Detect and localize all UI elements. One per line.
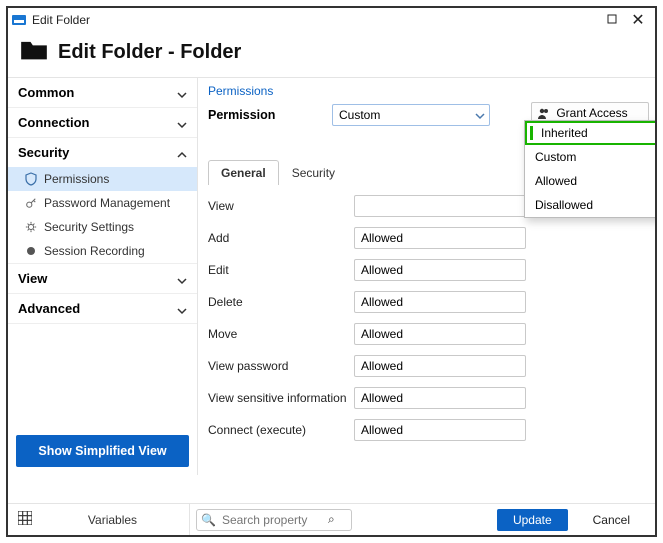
sidebar-section-advanced[interactable]: Advanced — [8, 294, 197, 323]
update-button[interactable]: Update — [497, 509, 568, 531]
tab-general[interactable]: General — [208, 160, 279, 185]
sidebar-item-permissions[interactable]: Permissions — [8, 167, 197, 191]
gear-icon — [24, 220, 38, 234]
header: Edit Folder - Folder — [8, 32, 655, 77]
chevron-down-icon — [177, 274, 187, 284]
close-button[interactable]: ✕ — [625, 10, 651, 30]
sidebar-item-label: Security Settings — [44, 220, 134, 234]
key-icon — [24, 196, 38, 210]
permission-label: Permission — [208, 108, 324, 122]
cancel-button[interactable]: Cancel — [576, 509, 647, 531]
sidebar-section-view[interactable]: View — [8, 264, 197, 293]
body: Common Connection Security — [8, 77, 655, 475]
users-icon — [532, 106, 556, 120]
chevron-down-icon — [177, 88, 187, 98]
sidebar: Common Connection Security — [8, 78, 198, 475]
chevron-down-icon — [177, 118, 187, 128]
field-label: View sensitive information — [208, 391, 354, 405]
field-select-add[interactable]: Allowed — [354, 227, 526, 249]
field-label: View password — [208, 359, 354, 373]
sidebar-item-label: Password Management — [44, 196, 170, 210]
field-label: Delete — [208, 295, 354, 309]
sidebar-section-connection[interactable]: Connection — [8, 108, 197, 137]
permission-fields: View Add Allowed Edit Allowed Delete All… — [208, 195, 645, 441]
app-icon — [12, 15, 26, 25]
chevron-up-icon — [177, 148, 187, 158]
breadcrumb: Permissions — [208, 84, 645, 98]
footer: Variables 🔍 ⌕ Update Cancel — [8, 503, 655, 535]
search-icon[interactable]: ⌕ — [328, 512, 335, 527]
shield-icon — [24, 172, 38, 186]
search-icon: 🔍 — [201, 513, 216, 527]
dropdown-option-custom[interactable]: Custom — [525, 145, 657, 169]
field-select-view-password[interactable]: Allowed — [354, 355, 526, 377]
sidebar-item-password-management[interactable]: Password Management — [8, 191, 197, 215]
sidebar-section-common[interactable]: Common — [8, 78, 197, 107]
dropdown-option-inherited[interactable]: Inherited — [525, 121, 657, 145]
sidebar-item-security-settings[interactable]: Security Settings — [8, 215, 197, 239]
field-select-connect[interactable]: Allowed — [354, 419, 526, 441]
edit-folder-window: Edit Folder ✕ Edit Folder - Folder Commo… — [6, 6, 657, 537]
permission-select[interactable]: Custom — [332, 104, 490, 126]
dropdown-option-disallowed[interactable]: Disallowed — [525, 193, 657, 217]
permission-dropdown: Inherited Custom Allowed Disallowed — [524, 120, 657, 218]
dropdown-option-allowed[interactable]: Allowed — [525, 169, 657, 193]
grid-icon[interactable] — [8, 511, 36, 528]
permission-select-value: Custom — [339, 108, 380, 122]
field-label: Connect (execute) — [208, 423, 354, 437]
field-label: Move — [208, 327, 354, 341]
sidebar-item-session-recording[interactable]: Session Recording — [8, 239, 197, 263]
show-simplified-view-button[interactable]: Show Simplified View — [16, 435, 189, 467]
field-select-view-sensitive[interactable]: Allowed — [354, 387, 526, 409]
chevron-down-icon — [177, 304, 187, 314]
field-label: Add — [208, 231, 354, 245]
tab-security[interactable]: Security — [279, 160, 348, 185]
record-icon — [24, 244, 38, 258]
field-select-view[interactable] — [354, 195, 526, 217]
variables-tab[interactable]: Variables — [36, 504, 190, 535]
field-select-edit[interactable]: Allowed — [354, 259, 526, 281]
maximize-button[interactable] — [599, 13, 625, 27]
field-label: View — [208, 199, 354, 213]
window-title: Edit Folder — [32, 13, 599, 27]
sidebar-item-label: Session Recording — [44, 244, 145, 258]
field-select-delete[interactable]: Allowed — [354, 291, 526, 313]
titlebar: Edit Folder ✕ — [8, 8, 655, 32]
sidebar-item-label: Permissions — [44, 172, 109, 186]
page-title: Edit Folder - Folder — [58, 41, 241, 64]
main-panel: Permissions Permission Custom Grant Acce… — [198, 78, 655, 475]
search-property[interactable]: 🔍 ⌕ — [196, 509, 352, 531]
field-select-move[interactable]: Allowed — [354, 323, 526, 345]
button-label: Grant Access — [556, 106, 648, 120]
chevron-down-icon — [475, 110, 485, 124]
field-label: Edit — [208, 263, 354, 277]
folder-icon — [20, 38, 48, 67]
sidebar-section-security[interactable]: Security — [8, 138, 197, 167]
search-input[interactable] — [220, 512, 328, 528]
